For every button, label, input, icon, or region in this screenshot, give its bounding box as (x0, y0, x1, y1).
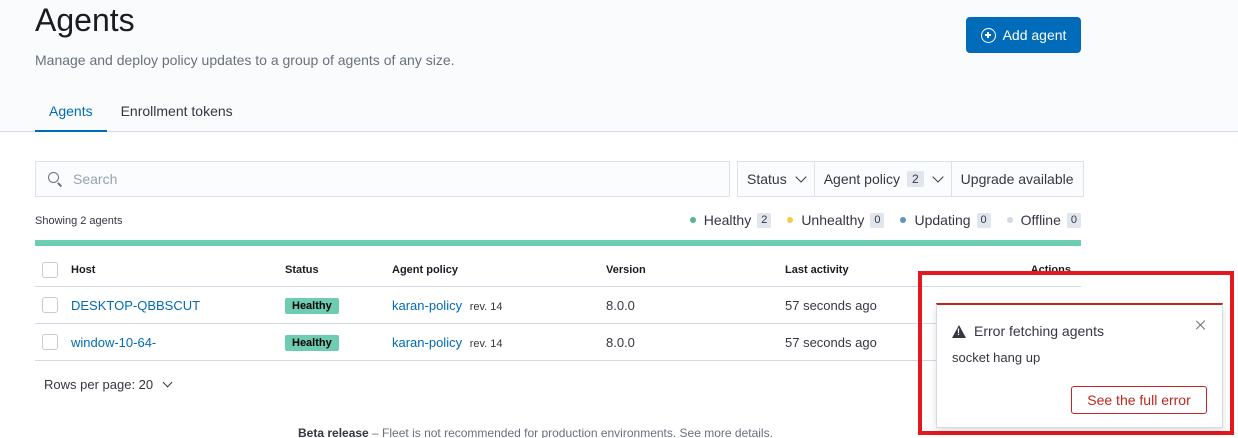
policy-link[interactable]: karan-policy (392, 335, 462, 350)
page-title: Agents (35, 2, 135, 38)
beta-release-note: Beta release – Fleet is not recommended … (298, 426, 773, 438)
tab-agents[interactable]: Agents (35, 90, 107, 132)
host-link[interactable]: window-10-64- (71, 335, 156, 350)
warning-icon (952, 324, 966, 338)
chevron-down-icon (795, 171, 807, 183)
status-healthy: Healthy 2 (689, 212, 772, 228)
showing-count: Showing 2 agents (35, 215, 123, 227)
status-filter-label: Status (747, 171, 787, 187)
agent-policy-filter-label: Agent policy (823, 171, 900, 187)
agent-version: 8.0.0 (606, 334, 635, 350)
see-full-error-button[interactable]: See the full error (1071, 386, 1207, 414)
tabs: Agents Enrollment tokens (35, 90, 247, 132)
host-link[interactable]: DESKTOP-QBBSCUT (71, 298, 200, 313)
rows-per-page-label: Rows per page: 20 (44, 377, 154, 392)
column-host[interactable]: Host (71, 264, 285, 276)
column-version: Version (606, 263, 646, 276)
status-badge: Healthy (285, 334, 339, 351)
toast-title-text: Error fetching agents (974, 323, 1104, 339)
policy-count-badge: 2 (906, 171, 924, 187)
plus-circle-icon (980, 27, 996, 43)
status-filter-button[interactable]: Status (738, 162, 815, 196)
status-unhealthy: Unhealthy 0 (787, 212, 885, 228)
upgrade-available-button[interactable]: Upgrade available (952, 162, 1083, 196)
health-bar (35, 240, 1081, 246)
chevron-down-icon (162, 377, 173, 388)
status-label: Unhealthy (801, 212, 865, 228)
search-icon (48, 172, 62, 186)
filter-group: Status Agent policy 2 Upgrade available (737, 161, 1084, 197)
policy-revision: rev. 14 (469, 300, 503, 313)
status-label: Healthy (703, 212, 752, 228)
search-box[interactable] (35, 161, 730, 197)
agent-policy-filter-button[interactable]: Agent policy 2 (815, 162, 952, 196)
beta-release-bold: Beta release (298, 426, 369, 438)
beta-release-text: – Fleet is not recommended for productio… (368, 426, 773, 438)
updating-dot (900, 217, 907, 223)
select-all-checkbox[interactable] (42, 261, 58, 278)
status-label: Updating (914, 212, 971, 228)
status-count: 0 (870, 212, 885, 228)
policy-revision: rev. 14 (469, 337, 503, 350)
unhealthy-dot (787, 217, 794, 223)
close-icon[interactable] (1195, 319, 1207, 331)
column-agent-policy: Agent policy (392, 263, 459, 276)
status-summary: Healthy 2 Unhealthy 0 Updating 0 Offline… (689, 212, 1081, 228)
add-agent-label: Add agent (1002, 27, 1067, 43)
status-badge: Healthy (285, 297, 339, 314)
status-count: 0 (976, 212, 991, 228)
offline-dot (1006, 217, 1013, 223)
policy-link[interactable]: karan-policy (392, 298, 462, 313)
column-status: Status (285, 263, 319, 276)
search-input[interactable] (73, 171, 713, 187)
status-count: 2 (757, 212, 772, 228)
status-label: Offline (1020, 212, 1061, 228)
page-header: Agents Manage and deploy policy updates … (0, 0, 1238, 132)
row-checkbox[interactable] (42, 297, 58, 313)
status-offline: Offline 0 (1006, 212, 1081, 228)
healthy-dot (689, 217, 696, 223)
page-subtitle: Manage and deploy policy updates to a gr… (35, 52, 455, 68)
row-checkbox[interactable] (42, 334, 58, 350)
chevron-down-icon (932, 171, 944, 183)
add-agent-button[interactable]: Add agent (966, 17, 1081, 53)
status-updating: Updating 0 (900, 212, 991, 228)
tab-enrollment-tokens[interactable]: Enrollment tokens (107, 90, 247, 132)
status-count: 0 (1066, 212, 1081, 228)
toast-title: Error fetching agents (952, 323, 1104, 339)
toast-message: socket hang up (952, 350, 1041, 365)
agent-version: 8.0.0 (606, 297, 635, 313)
upgrade-available-label: Upgrade available (960, 171, 1074, 187)
error-toast: Error fetching agents socket hang up See… (936, 303, 1223, 428)
rows-per-page-button[interactable]: Rows per page: 20 (44, 377, 173, 392)
